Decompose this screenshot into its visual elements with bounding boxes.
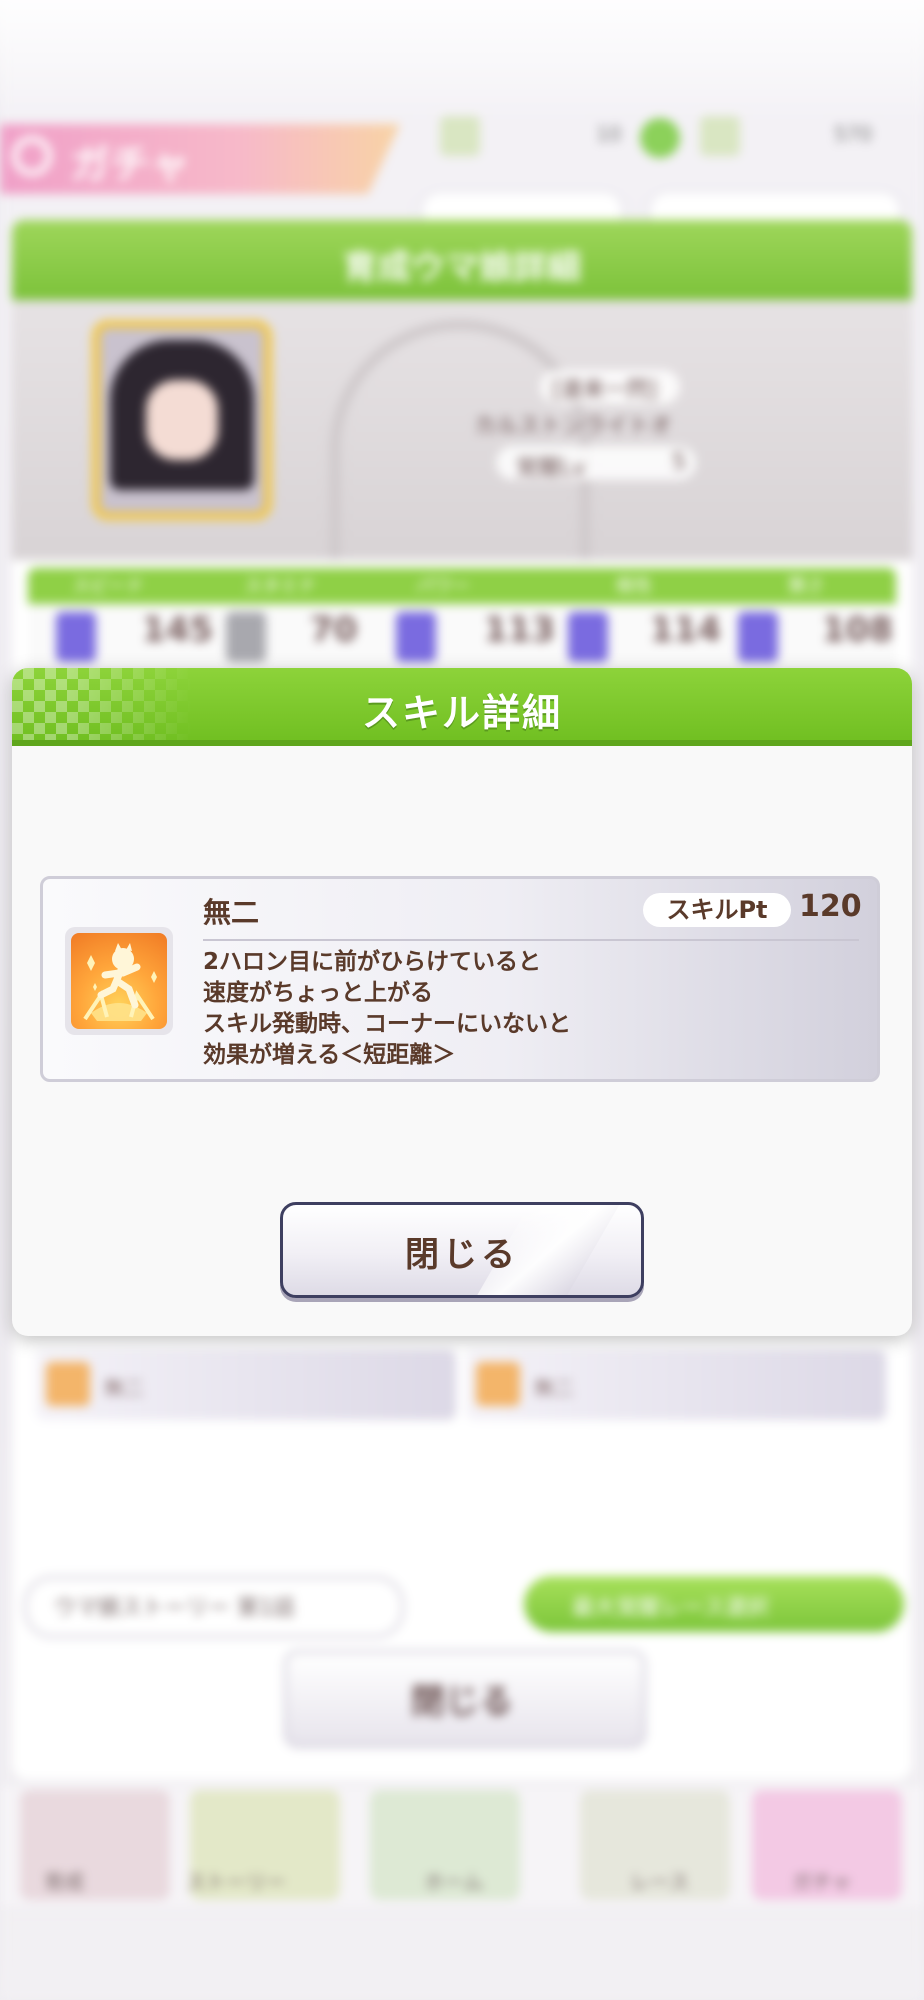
stat-value: 108 <box>822 610 893 650</box>
story-button-label: ウマ娘ストーリー 第1話 <box>54 1596 295 1621</box>
race-select-label: 最大覚醒レース選択 <box>572 1596 769 1621</box>
stat-label: パワー <box>416 576 470 597</box>
jewel-icon <box>700 116 740 156</box>
dialog-title: スキル詳細 <box>361 691 562 735</box>
header-stripe <box>12 740 912 746</box>
stat-label: 根性 <box>616 576 652 597</box>
rank-value: 5 <box>672 450 686 475</box>
stat-label: 賢さ <box>788 576 824 597</box>
dialog-header: スキル詳細 <box>12 668 912 746</box>
skill-icon <box>46 1362 90 1406</box>
skill-description-line: 効果が増える＜短距離＞ <box>203 1042 456 1068</box>
nav-label: 育成 <box>44 1870 84 1894</box>
rank-badge <box>568 612 608 662</box>
gacha-tab-label: ガチャ <box>70 142 190 188</box>
skill-slot <box>36 1350 456 1420</box>
skill-icon <box>476 1362 520 1406</box>
skill-slot-label: 無二 <box>534 1376 574 1400</box>
top-fade <box>0 0 924 120</box>
skill-description-line: スキル発動時、コーナーにいないと <box>203 1011 571 1037</box>
stat-value: 145 <box>142 610 213 650</box>
nav-item-training <box>20 1790 170 1900</box>
gacha-tab <box>0 124 400 194</box>
epithet-text: [遠来一閃] <box>552 378 658 403</box>
running-horse-speed-icon <box>71 933 167 1029</box>
stat-value: 114 <box>650 610 721 650</box>
background-close-label: 閉じる <box>411 1682 513 1722</box>
currency-count: 10 <box>596 122 622 146</box>
close-button[interactable]: 閉じる <box>280 1202 644 1298</box>
skill-divider <box>203 939 859 941</box>
stat-label: スタミナ <box>244 576 316 597</box>
skill-detail-dialog: スキル詳細 無二 スキルPt 120 2ハロン目に前がひらけていると 速度がちょ… <box>12 668 912 1336</box>
skill-description-line: 2ハロン目に前がひらけていると <box>203 949 542 975</box>
stat-value: 70 <box>310 610 358 650</box>
character-name: カルストンライトオ <box>474 414 673 439</box>
rank-badge <box>738 612 778 662</box>
rank-badge <box>226 612 266 662</box>
nav-label: ホーム <box>424 1870 484 1894</box>
skill-pt-value: 120 <box>799 889 862 924</box>
detail-card-title: 育成ウマ娘詳細 <box>343 248 581 288</box>
skill-slot-label: 無二 <box>104 1376 144 1400</box>
coin-icon <box>640 118 680 158</box>
rank-badge <box>56 612 96 662</box>
skill-icon-frame <box>65 927 173 1035</box>
jewel-count: 570 <box>834 122 873 146</box>
rank-label: 覚醒Lv <box>516 456 586 481</box>
skill-name: 無二 <box>203 896 260 929</box>
skill-slot <box>466 1350 886 1420</box>
nav-label: ストーリー <box>186 1870 286 1894</box>
nav-label: レース <box>630 1870 689 1894</box>
item-icon <box>440 116 480 156</box>
running-horse-speed-icon <box>83 943 157 1021</box>
rank-badge <box>396 612 436 662</box>
skill-description-line: 速度がちょっと上がる <box>203 980 433 1006</box>
skill-card: 無二 スキルPt 120 2ハロン目に前がひらけていると 速度がちょっと上がる … <box>40 876 880 1082</box>
stat-label: スピード <box>72 576 144 597</box>
skill-description: 2ハロン目に前がひらけていると 速度がちょっと上がる スキル発動時、コーナーにい… <box>203 947 863 1071</box>
skill-pt-label: スキルPt <box>643 893 791 927</box>
stat-value: 113 <box>484 610 555 650</box>
refresh-icon <box>12 136 52 176</box>
portrait-face <box>146 380 218 460</box>
nav-label: ガチャ <box>792 1870 852 1894</box>
close-button-label: 閉じる <box>405 1235 519 1275</box>
